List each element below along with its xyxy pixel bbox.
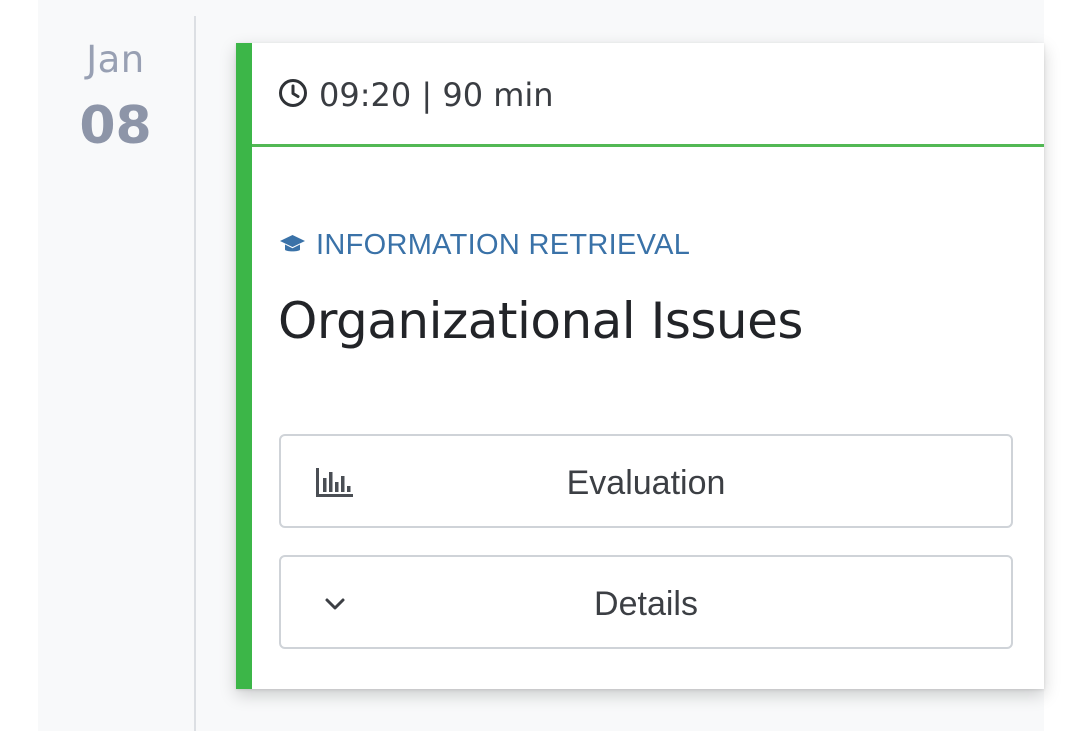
evaluation-button[interactable]: Evaluation bbox=[279, 434, 1013, 528]
event-card: 09:20 | 90 min INFORMATION RETRIEVAL Org… bbox=[236, 43, 1044, 689]
date-day: 08 bbox=[79, 96, 152, 156]
details-button[interactable]: Details bbox=[279, 555, 1013, 649]
event-title: Organizational Issues bbox=[278, 292, 803, 350]
graduation-cap-icon bbox=[279, 234, 306, 256]
details-button-label: Details bbox=[594, 585, 698, 623]
event-category-label: INFORMATION RETRIEVAL bbox=[316, 228, 691, 261]
evaluation-button-label: Evaluation bbox=[566, 464, 726, 502]
event-time: 09:20 | 90 min bbox=[319, 76, 554, 114]
timeline-divider bbox=[194, 16, 196, 731]
event-card-header: 09:20 | 90 min bbox=[252, 43, 1044, 147]
event-accent-bar bbox=[236, 43, 252, 689]
clock-icon bbox=[277, 77, 309, 109]
event-category: INFORMATION RETRIEVAL bbox=[279, 227, 690, 263]
date-column: Jan 08 bbox=[38, 0, 195, 731]
date-month: Jan bbox=[86, 38, 145, 81]
